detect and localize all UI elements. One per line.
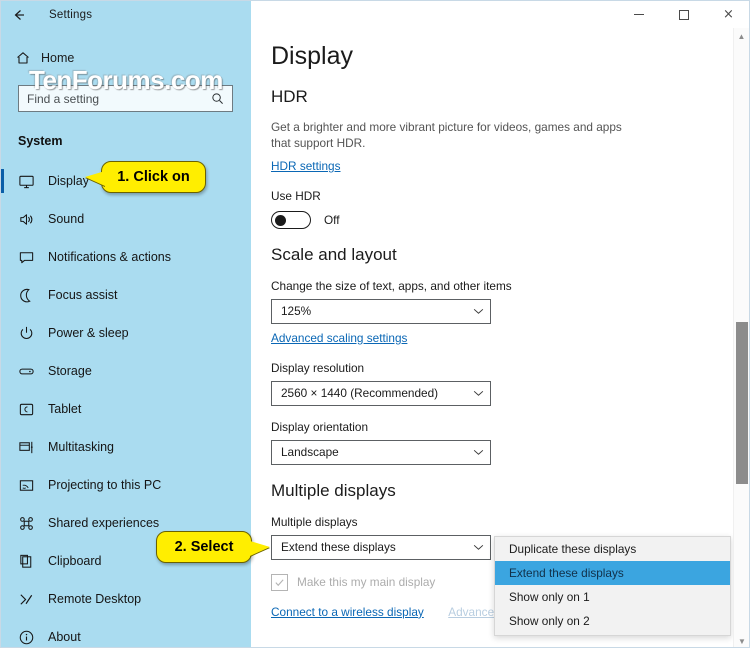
scale-value: 125% [281,304,312,319]
use-hdr-state: Off [324,212,340,227]
command-icon [18,515,48,532]
home-icon [15,50,41,66]
remote-icon [18,591,48,608]
resolution-dropdown[interactable]: 2560 × 1440 (Recommended) [271,380,491,406]
title-bar: Settings × [1,1,749,28]
sidebar-item-label: Clipboard [48,554,102,568]
sidebar-item-multitasking[interactable]: Multitasking [1,428,251,466]
toggle-knob-icon [275,214,286,226]
sidebar-item-label: Remote Desktop [48,592,142,606]
main-display-checkbox[interactable] [271,573,288,591]
orientation-dropdown[interactable]: Landscape [271,439,491,465]
scrollbar-track[interactable] [734,44,749,633]
orientation-value: Landscape [281,445,339,460]
scrollbar-thumb[interactable] [736,322,748,484]
callout-2-tail-icon [250,541,270,556]
back-arrow-icon[interactable] [1,1,37,28]
chevron-down-icon [473,308,484,315]
maximize-button[interactable] [661,1,706,28]
multiple-displays-value: Extend these displays [281,540,396,555]
sidebar-item-power-sleep[interactable]: Power & sleep [1,314,251,352]
sidebar-item-focus-assist[interactable]: Focus assist [1,276,251,314]
sidebar-item-label: Storage [48,364,92,378]
chevron-down-icon [473,390,484,397]
sidebar-nav-list: Display Sound Notifications & actions Fo… [1,162,251,647]
scale-label: Change the size of text, apps, and other… [271,278,512,293]
page-title: Display [271,42,353,70]
maximize-icon [678,9,689,20]
multiple-displays-heading: Multiple displays [271,480,396,500]
advanced-scaling-link[interactable]: Advanced scaling settings [271,331,407,345]
resolution-value: 2560 × 1440 (Recommended) [281,386,439,401]
sidebar-item-label: About [48,630,81,644]
sidebar-item-label: Notifications & actions [48,250,171,264]
sidebar-item-label: Tablet [48,402,82,416]
close-button[interactable]: × [706,1,749,28]
callout-1-tail-icon [85,171,105,186]
wireless-display-link[interactable]: Connect to a wireless display [271,605,424,619]
moon-icon [18,287,48,304]
minimize-button[interactable] [616,1,661,28]
chat-icon [18,249,48,266]
multiple-displays-label: Multiple displays [271,514,358,529]
chevron-down-icon [473,544,484,551]
dropdown-option-extend[interactable]: Extend these displays [495,561,730,585]
use-hdr-label: Use HDR [271,188,321,203]
multiple-displays-dropdown-list[interactable]: Duplicate these displays Extend these di… [494,536,731,636]
dropdown-option-show-only-2[interactable]: Show only on 2 [495,609,730,633]
chevron-down-icon [473,449,484,456]
power-icon [18,325,48,342]
clipboard-icon [18,553,48,570]
sidebar-item-label: Sound [48,212,85,226]
sidebar-item-sound[interactable]: Sound [1,200,251,238]
scroll-up-button[interactable]: ▲ [734,28,749,44]
sidebar-home-label: Home [41,51,75,65]
main-scrollbar[interactable]: ▲ ▼ [733,28,749,647]
sidebar-item-remote-desktop[interactable]: Remote Desktop [1,580,251,618]
resolution-label: Display resolution [271,360,365,375]
window-controls: × [616,1,749,28]
sidebar-item-label: Display [48,174,89,188]
sidebar-item-about[interactable]: About [1,618,251,647]
dropdown-option-duplicate[interactable]: Duplicate these displays [495,537,730,561]
checkmark-icon [275,579,284,586]
dropdown-option-show-only-1[interactable]: Show only on 1 [495,585,730,609]
project-icon [18,477,48,494]
use-hdr-toggle[interactable] [271,210,311,229]
window-title: Settings [49,8,93,21]
callout-select: 2. Select [156,531,252,563]
sidebar-item-tablet[interactable]: Tablet [1,390,251,428]
callout-click-on: 1. Click on [101,161,206,193]
use-hdr-toggle-row: Off [271,210,749,229]
sidebar-item-label: Power & sleep [48,326,129,340]
main-display-checkbox-label: Make this my main display [297,575,436,590]
sidebar-item-notifications[interactable]: Notifications & actions [1,238,251,276]
speaker-icon [18,211,48,228]
tablet-icon [18,401,48,418]
monitor-icon [18,173,48,190]
hdr-description: Get a brighter and more vibrant picture … [271,120,622,150]
sidebar-item-label: Multitasking [48,440,114,454]
drive-icon [18,363,48,380]
settings-window: Settings × Home Find a setting System Di… [0,0,750,648]
title-bar-left: Settings [1,1,251,28]
watermark: TenForums.com [29,65,223,95]
sidebar-item-label: Shared experiences [48,516,160,530]
sidebar-item-label: Focus assist [48,288,118,302]
scale-layout-heading: Scale and layout [271,244,397,264]
sidebar-item-projecting[interactable]: Projecting to this PC [1,466,251,504]
scroll-down-button[interactable]: ▼ [734,633,749,647]
scale-dropdown[interactable]: 125% [271,298,491,324]
hdr-heading: HDR [271,87,308,106]
sidebar-item-storage[interactable]: Storage [1,352,251,390]
hdr-settings-link[interactable]: HDR settings [271,159,341,173]
multitask-icon [18,439,48,456]
orientation-label: Display orientation [271,419,369,434]
info-icon [18,629,48,646]
multiple-displays-dropdown[interactable]: Extend these displays [271,534,491,560]
minimize-icon [633,14,644,15]
sidebar-item-label: Projecting to this PC [48,478,162,492]
sidebar-section-title: System [18,134,63,148]
